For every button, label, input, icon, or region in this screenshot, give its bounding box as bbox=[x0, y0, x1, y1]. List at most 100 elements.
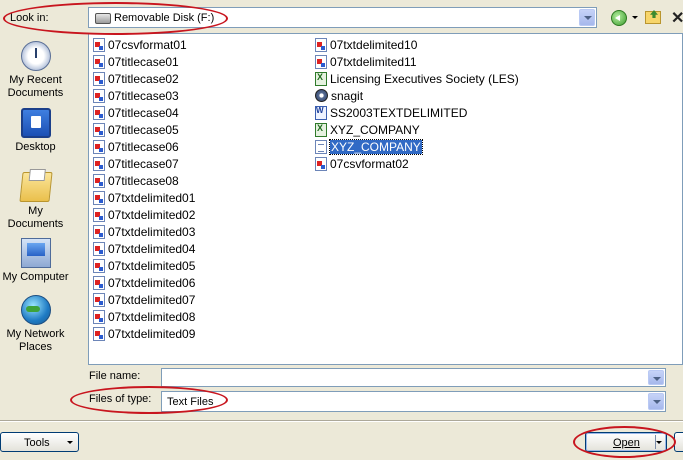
generic-file-icon bbox=[93, 71, 105, 86]
generic-file-icon bbox=[93, 173, 105, 188]
place-recent-documents[interactable]: My Recent Documents bbox=[0, 41, 71, 100]
place-label: My Documents bbox=[7, 205, 64, 230]
my-documents-icon bbox=[18, 172, 53, 202]
file-name: 07titlecase05 bbox=[108, 122, 179, 137]
file-name: Licensing Executives Society (LES) bbox=[330, 71, 519, 86]
file-name: 07txtdelimited10 bbox=[330, 37, 418, 52]
file-item[interactable]: 07txtdelimited10 bbox=[315, 36, 519, 53]
close-icon[interactable]: ✕ bbox=[671, 8, 683, 28]
generic-file-icon bbox=[93, 190, 105, 205]
file-item[interactable]: 07txtdelimited06 bbox=[93, 274, 195, 291]
open-button[interactable]: Open bbox=[585, 432, 667, 452]
file-name: 07csvformat01 bbox=[108, 37, 187, 52]
generic-file-icon bbox=[93, 292, 105, 307]
cancel-button[interactable] bbox=[674, 432, 683, 452]
file-name-label: File name: bbox=[89, 370, 141, 382]
file-name: 07titlecase02 bbox=[108, 71, 179, 86]
place-label: Desktop bbox=[15, 141, 56, 153]
file-item[interactable]: 07txtdelimited05 bbox=[93, 257, 195, 274]
file-name: SS2003TEXTDELIMITED bbox=[330, 105, 468, 120]
look-in-combo[interactable]: Removable Disk (F:) bbox=[88, 7, 597, 28]
files-of-type-dropdown-button[interactable] bbox=[648, 393, 664, 410]
file-name: 07txtdelimited07 bbox=[108, 292, 196, 307]
file-item[interactable]: 07titlecase08 bbox=[93, 172, 195, 189]
file-item[interactable]: 07txtdelimited07 bbox=[93, 291, 195, 308]
file-item[interactable]: 07txtdelimited09 bbox=[93, 325, 195, 342]
file-item[interactable]: 07titlecase01 bbox=[93, 53, 195, 70]
place-label: My Network Places bbox=[6, 328, 65, 353]
file-item[interactable]: 07txtdelimited02 bbox=[93, 206, 195, 223]
file-item[interactable]: Licensing Executives Society (LES) bbox=[315, 70, 519, 87]
file-name: 07titlecase03 bbox=[108, 88, 179, 103]
file-item[interactable]: 07titlecase02 bbox=[93, 70, 195, 87]
file-name: 07titlecase01 bbox=[108, 54, 179, 69]
file-name: 07txtdelimited06 bbox=[108, 275, 196, 290]
removable-disk-icon bbox=[95, 13, 111, 24]
file-item[interactable]: 07txtdelimited03 bbox=[93, 223, 195, 240]
generic-file-icon bbox=[93, 156, 105, 171]
open-label: Open bbox=[613, 437, 640, 449]
place-my-documents[interactable]: My Documents bbox=[0, 172, 71, 231]
file-name: 07txtdelimited11 bbox=[330, 54, 417, 69]
file-name: XYZ_COMPANY bbox=[330, 122, 420, 137]
place-label: My Computer bbox=[2, 271, 69, 283]
file-name: 07csvformat02 bbox=[330, 156, 409, 171]
file-item[interactable]: XYZ_COMPANY bbox=[315, 121, 519, 138]
files-of-type-select[interactable]: Text Files bbox=[161, 391, 666, 412]
back-icon[interactable] bbox=[611, 10, 627, 26]
file-name: 07titlecase07 bbox=[108, 156, 179, 171]
file-name: 07titlecase04 bbox=[108, 105, 179, 120]
file-name: 07txtdelimited09 bbox=[108, 326, 196, 341]
generic-file-icon bbox=[315, 54, 327, 69]
file-item[interactable]: 07txtdelimited01 bbox=[93, 189, 195, 206]
file-item[interactable]: 07txtdelimited08 bbox=[93, 308, 195, 325]
file-name: 07titlecase08 bbox=[108, 173, 179, 188]
place-network-places[interactable]: My Network Places bbox=[0, 295, 71, 354]
file-item[interactable]: 07titlecase06 bbox=[93, 138, 195, 155]
snagit-file-icon bbox=[315, 89, 328, 102]
my-computer-icon bbox=[20, 238, 51, 268]
file-name: 07titlecase06 bbox=[108, 139, 179, 154]
file-item[interactable]: 07titlecase07 bbox=[93, 155, 195, 172]
generic-file-icon bbox=[93, 88, 105, 103]
file-name: 07txtdelimited01 bbox=[108, 190, 196, 205]
file-column-2: 07txtdelimited10 07txtdelimited11 Licensin… bbox=[315, 36, 519, 172]
look-in-label: Look in: bbox=[10, 12, 49, 24]
back-dropdown-icon[interactable] bbox=[632, 16, 638, 19]
tools-button[interactable]: Tools bbox=[0, 432, 79, 452]
file-item[interactable]: 07titlecase05 bbox=[93, 121, 195, 138]
files-of-type-value: Text Files bbox=[167, 396, 214, 408]
file-item[interactable]: 07titlecase04 bbox=[93, 104, 195, 121]
places-bar: My Recent Documents Desktop My Documents My… bbox=[0, 35, 71, 420]
excel-file-icon bbox=[315, 122, 327, 137]
file-name-input[interactable] bbox=[161, 368, 666, 387]
network-places-icon bbox=[20, 295, 51, 325]
file-item[interactable]: 07csvformat02 bbox=[315, 155, 519, 172]
place-my-computer[interactable]: My Computer bbox=[0, 238, 71, 284]
up-folder-icon[interactable] bbox=[645, 11, 661, 24]
recent-documents-icon bbox=[20, 41, 51, 71]
generic-file-icon bbox=[315, 156, 327, 171]
file-item[interactable]: 07txtdelimited11 bbox=[315, 53, 519, 70]
generic-file-icon bbox=[93, 54, 105, 69]
place-label: My Recent Documents bbox=[7, 74, 64, 99]
file-item[interactable]: SS2003TEXTDELIMITED bbox=[315, 104, 519, 121]
generic-file-icon bbox=[93, 224, 105, 239]
file-item[interactable]: XYZ_COMPANY bbox=[315, 138, 519, 155]
tools-dropdown-icon bbox=[67, 441, 73, 444]
generic-file-icon bbox=[93, 258, 105, 273]
look-in-dropdown-button[interactable] bbox=[579, 9, 595, 26]
file-name-dropdown-button[interactable] bbox=[648, 370, 664, 385]
file-item[interactable]: 07titlecase03 bbox=[93, 87, 195, 104]
file-item[interactable]: 07txtdelimited04 bbox=[93, 240, 195, 257]
place-desktop[interactable]: Desktop bbox=[0, 108, 71, 154]
excel-file-icon bbox=[315, 71, 327, 86]
word-file-icon bbox=[315, 105, 327, 120]
file-name: 07txtdelimited04 bbox=[108, 241, 196, 256]
file-column-1: 07csvformat01 07titlecase01 07titlecase02 0… bbox=[93, 36, 195, 342]
file-item[interactable]: 07csvformat01 bbox=[93, 36, 195, 53]
file-list[interactable]: 07csvformat01 07titlecase01 07titlecase02 0… bbox=[88, 33, 683, 365]
open-dropdown-icon[interactable] bbox=[656, 441, 662, 444]
file-name: XYZ_COMPANY bbox=[329, 138, 423, 155]
file-item[interactable]: snagit bbox=[315, 87, 519, 104]
